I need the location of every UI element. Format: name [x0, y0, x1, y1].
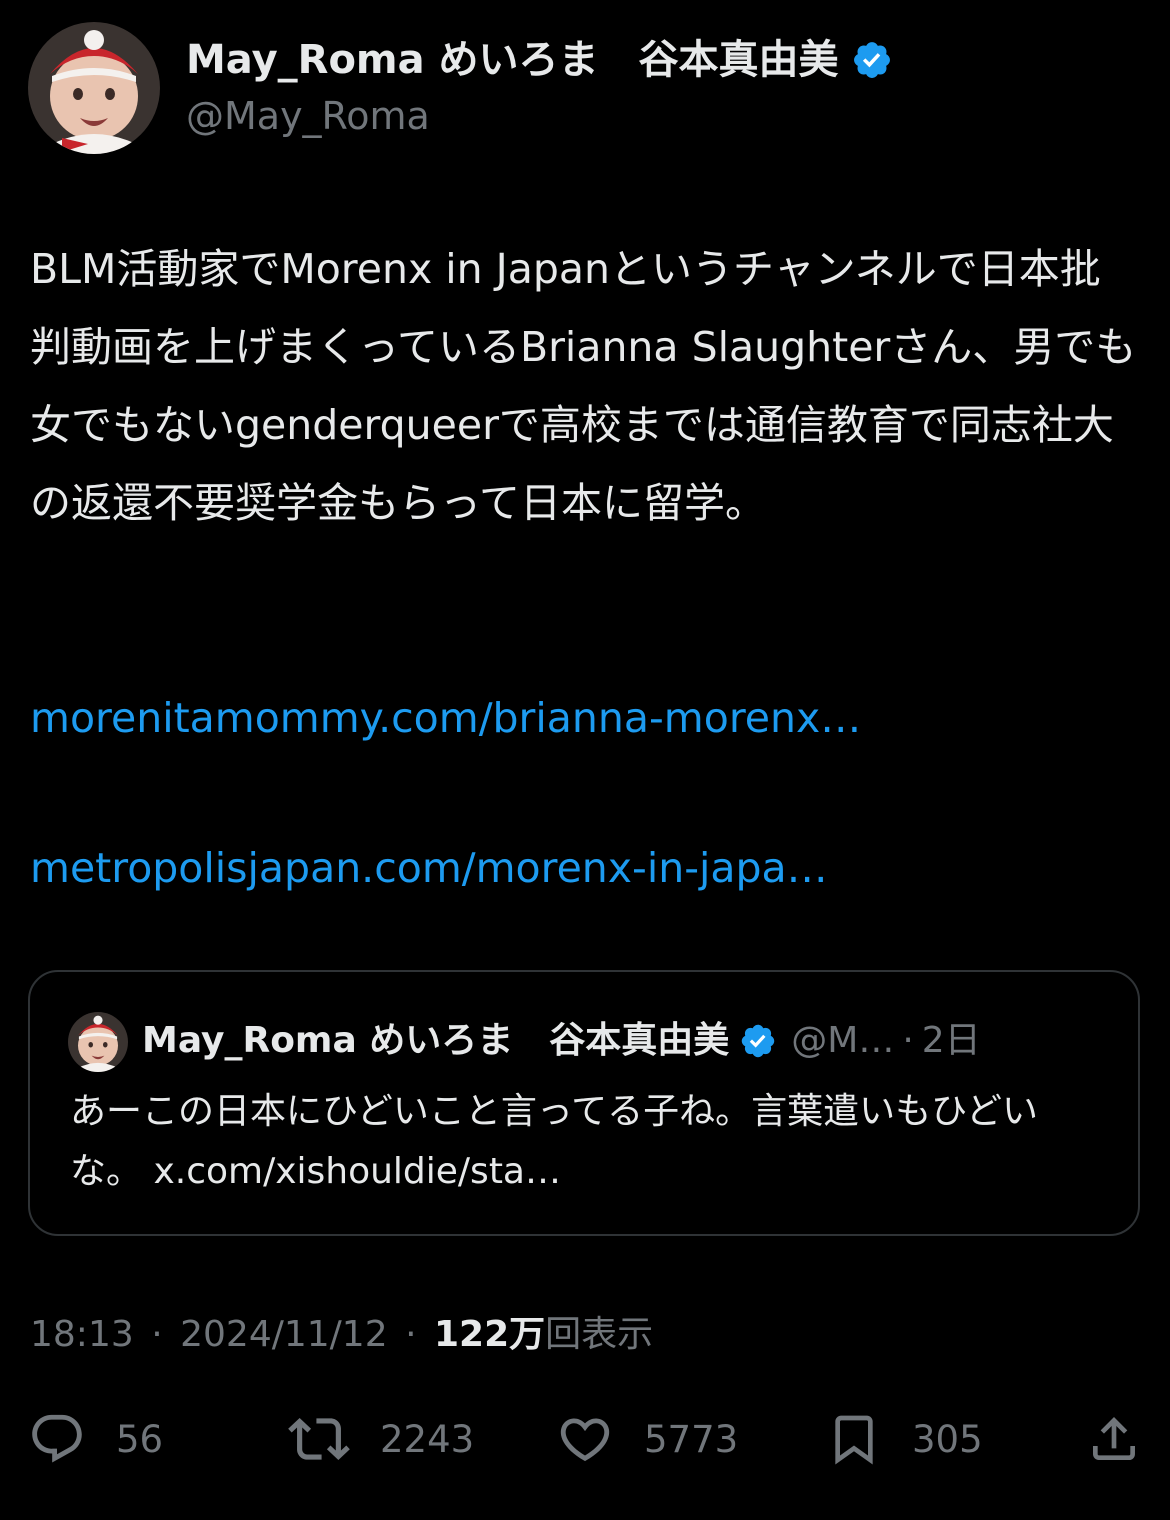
quote-age: 2日: [921, 1020, 981, 1061]
like-count: 5773: [644, 1417, 739, 1461]
tweet-date: 2024/11/12: [180, 1314, 388, 1355]
quote-author-handle: @M…: [791, 1020, 895, 1061]
meta-separator-2: ·: [405, 1314, 417, 1355]
quote-author-name: May_Roma めいろま 谷本真由美: [142, 1020, 730, 1061]
retweet-button[interactable]: 2243: [288, 1404, 474, 1474]
bookmark-button[interactable]: 305: [826, 1404, 983, 1474]
views-label: 回表示: [545, 1314, 654, 1355]
author-display-name[interactable]: May_Roma めいろま 谷本真由美: [186, 34, 839, 86]
share-button[interactable]: [1086, 1404, 1142, 1474]
meta-separator-1: ·: [151, 1314, 163, 1355]
quote-author-avatar: [68, 1012, 128, 1072]
bookmark-count: 305: [912, 1417, 983, 1461]
bookmark-icon: [826, 1409, 882, 1469]
share-icon: [1086, 1411, 1142, 1467]
views-count: 122万: [433, 1314, 546, 1355]
tweet-actions-bar: 56 2243 5773 305: [0, 1404, 1170, 1474]
tweet-meta: 18:13 · 2024/11/12 · 122万回表示: [30, 1310, 653, 1360]
tweet-time: 18:13: [30, 1314, 134, 1355]
quote-header: May_Roma めいろま 谷本真由美 @M… · 2日: [142, 1016, 981, 1066]
quote-text: あーこの日本にひどいこと言ってる子ね。言葉遣いもひどいな。 x.com/xish…: [70, 1091, 1039, 1192]
tweet-link-morenitamommy[interactable]: morenitamommy.com/brianna-morenx…: [30, 688, 861, 748]
retweet-icon: [288, 1408, 350, 1470]
author-name-row[interactable]: May_Roma めいろま 谷本真由美: [186, 34, 893, 86]
tweet-text: BLM活動家でMorenx in Japanというチャンネルで日本批判動画を上げ…: [30, 245, 1137, 527]
like-button[interactable]: 5773: [556, 1404, 738, 1474]
verified-badge-icon: [851, 39, 893, 81]
tweet-link-metropolisjapan[interactable]: metropolisjapan.com/morenx-in-japa…: [30, 838, 828, 898]
author-avatar[interactable]: [28, 22, 160, 154]
heart-icon: [556, 1410, 614, 1468]
quote-verified-badge-icon: [739, 1022, 777, 1060]
reply-button[interactable]: 56: [28, 1404, 163, 1474]
reply-count: 56: [116, 1417, 164, 1461]
quoted-tweet-card[interactable]: May_Roma めいろま 谷本真由美 @M… · 2日 あーこの日本にひどいこ…: [28, 970, 1140, 1236]
author-handle[interactable]: @May_Roma: [186, 92, 430, 140]
retweet-count: 2243: [380, 1417, 475, 1461]
quote-separator: ·: [902, 1020, 914, 1061]
reply-icon: [28, 1410, 86, 1468]
